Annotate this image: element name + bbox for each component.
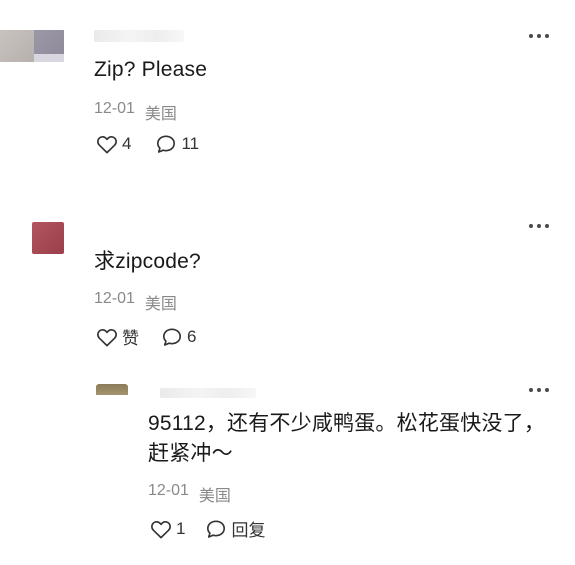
comment-bubble-icon xyxy=(157,135,176,153)
reply-count: 6 xyxy=(187,326,197,346)
reply-button[interactable]: 回复 xyxy=(205,516,265,541)
avatar[interactable] xyxy=(0,30,64,62)
like-button[interactable]: 赞 xyxy=(96,324,139,349)
heart-icon xyxy=(97,135,117,154)
reply-item: 95112，还有不少咸鸭蛋。松花蛋快没了， 赶紧冲～ 12-01 美国 1 回复 xyxy=(0,370,575,560)
comment-actions: 1 回复 xyxy=(150,516,265,541)
username-blurred[interactable] xyxy=(94,30,184,42)
comment-text: 求zipcode? xyxy=(94,250,201,273)
like-count: 4 xyxy=(122,134,132,153)
comment-item: Zip? Please 12-01 美国 4 11 xyxy=(0,0,575,190)
heart-icon xyxy=(151,520,171,538)
reply-button[interactable]: 11 xyxy=(155,134,199,154)
comment-date: 12-01 xyxy=(148,482,189,499)
comment-location: 美国 xyxy=(198,488,231,505)
reply-text-line-2: 赶紧冲～ xyxy=(148,442,233,465)
username-blurred[interactable] xyxy=(160,388,256,398)
comment-location: 美国 xyxy=(144,106,177,123)
comment-item: 求zipcode? 12-01 美国 赞 6 xyxy=(0,190,575,360)
like-button[interactable]: 1 xyxy=(150,519,185,539)
comment-text: Zip? Please xyxy=(94,58,208,81)
comment-meta: 12-01 美国 xyxy=(94,290,177,314)
comment-bubble-icon xyxy=(207,519,226,538)
more-dots-icon[interactable] xyxy=(529,387,549,393)
reply-label: 回复 xyxy=(231,521,266,540)
like-count: 1 xyxy=(176,518,186,538)
like-label: 赞 xyxy=(122,329,139,348)
more-dots-icon[interactable] xyxy=(529,33,549,39)
comment-date: 12-01 xyxy=(94,290,135,307)
like-button[interactable]: 4 xyxy=(96,134,131,154)
comment-bubble-icon xyxy=(163,327,181,346)
comment-date: 12-01 xyxy=(94,100,135,117)
comment-actions: 4 11 xyxy=(96,134,199,154)
comment-meta: 12-01 美国 xyxy=(94,100,177,124)
reply-text-line-1: 95112，还有不少咸鸭蛋。松花蛋快没了， xyxy=(148,412,546,435)
avatar[interactable] xyxy=(32,222,64,254)
comment-location: 美国 xyxy=(144,296,177,313)
more-dots-icon[interactable] xyxy=(529,223,549,229)
comment-actions: 赞 6 xyxy=(96,324,196,349)
comment-meta: 12-01 美国 xyxy=(148,482,231,506)
heart-icon xyxy=(97,328,117,346)
reply-button[interactable]: 6 xyxy=(161,327,196,347)
reply-count: 11 xyxy=(181,134,200,153)
avatar[interactable] xyxy=(96,384,128,408)
